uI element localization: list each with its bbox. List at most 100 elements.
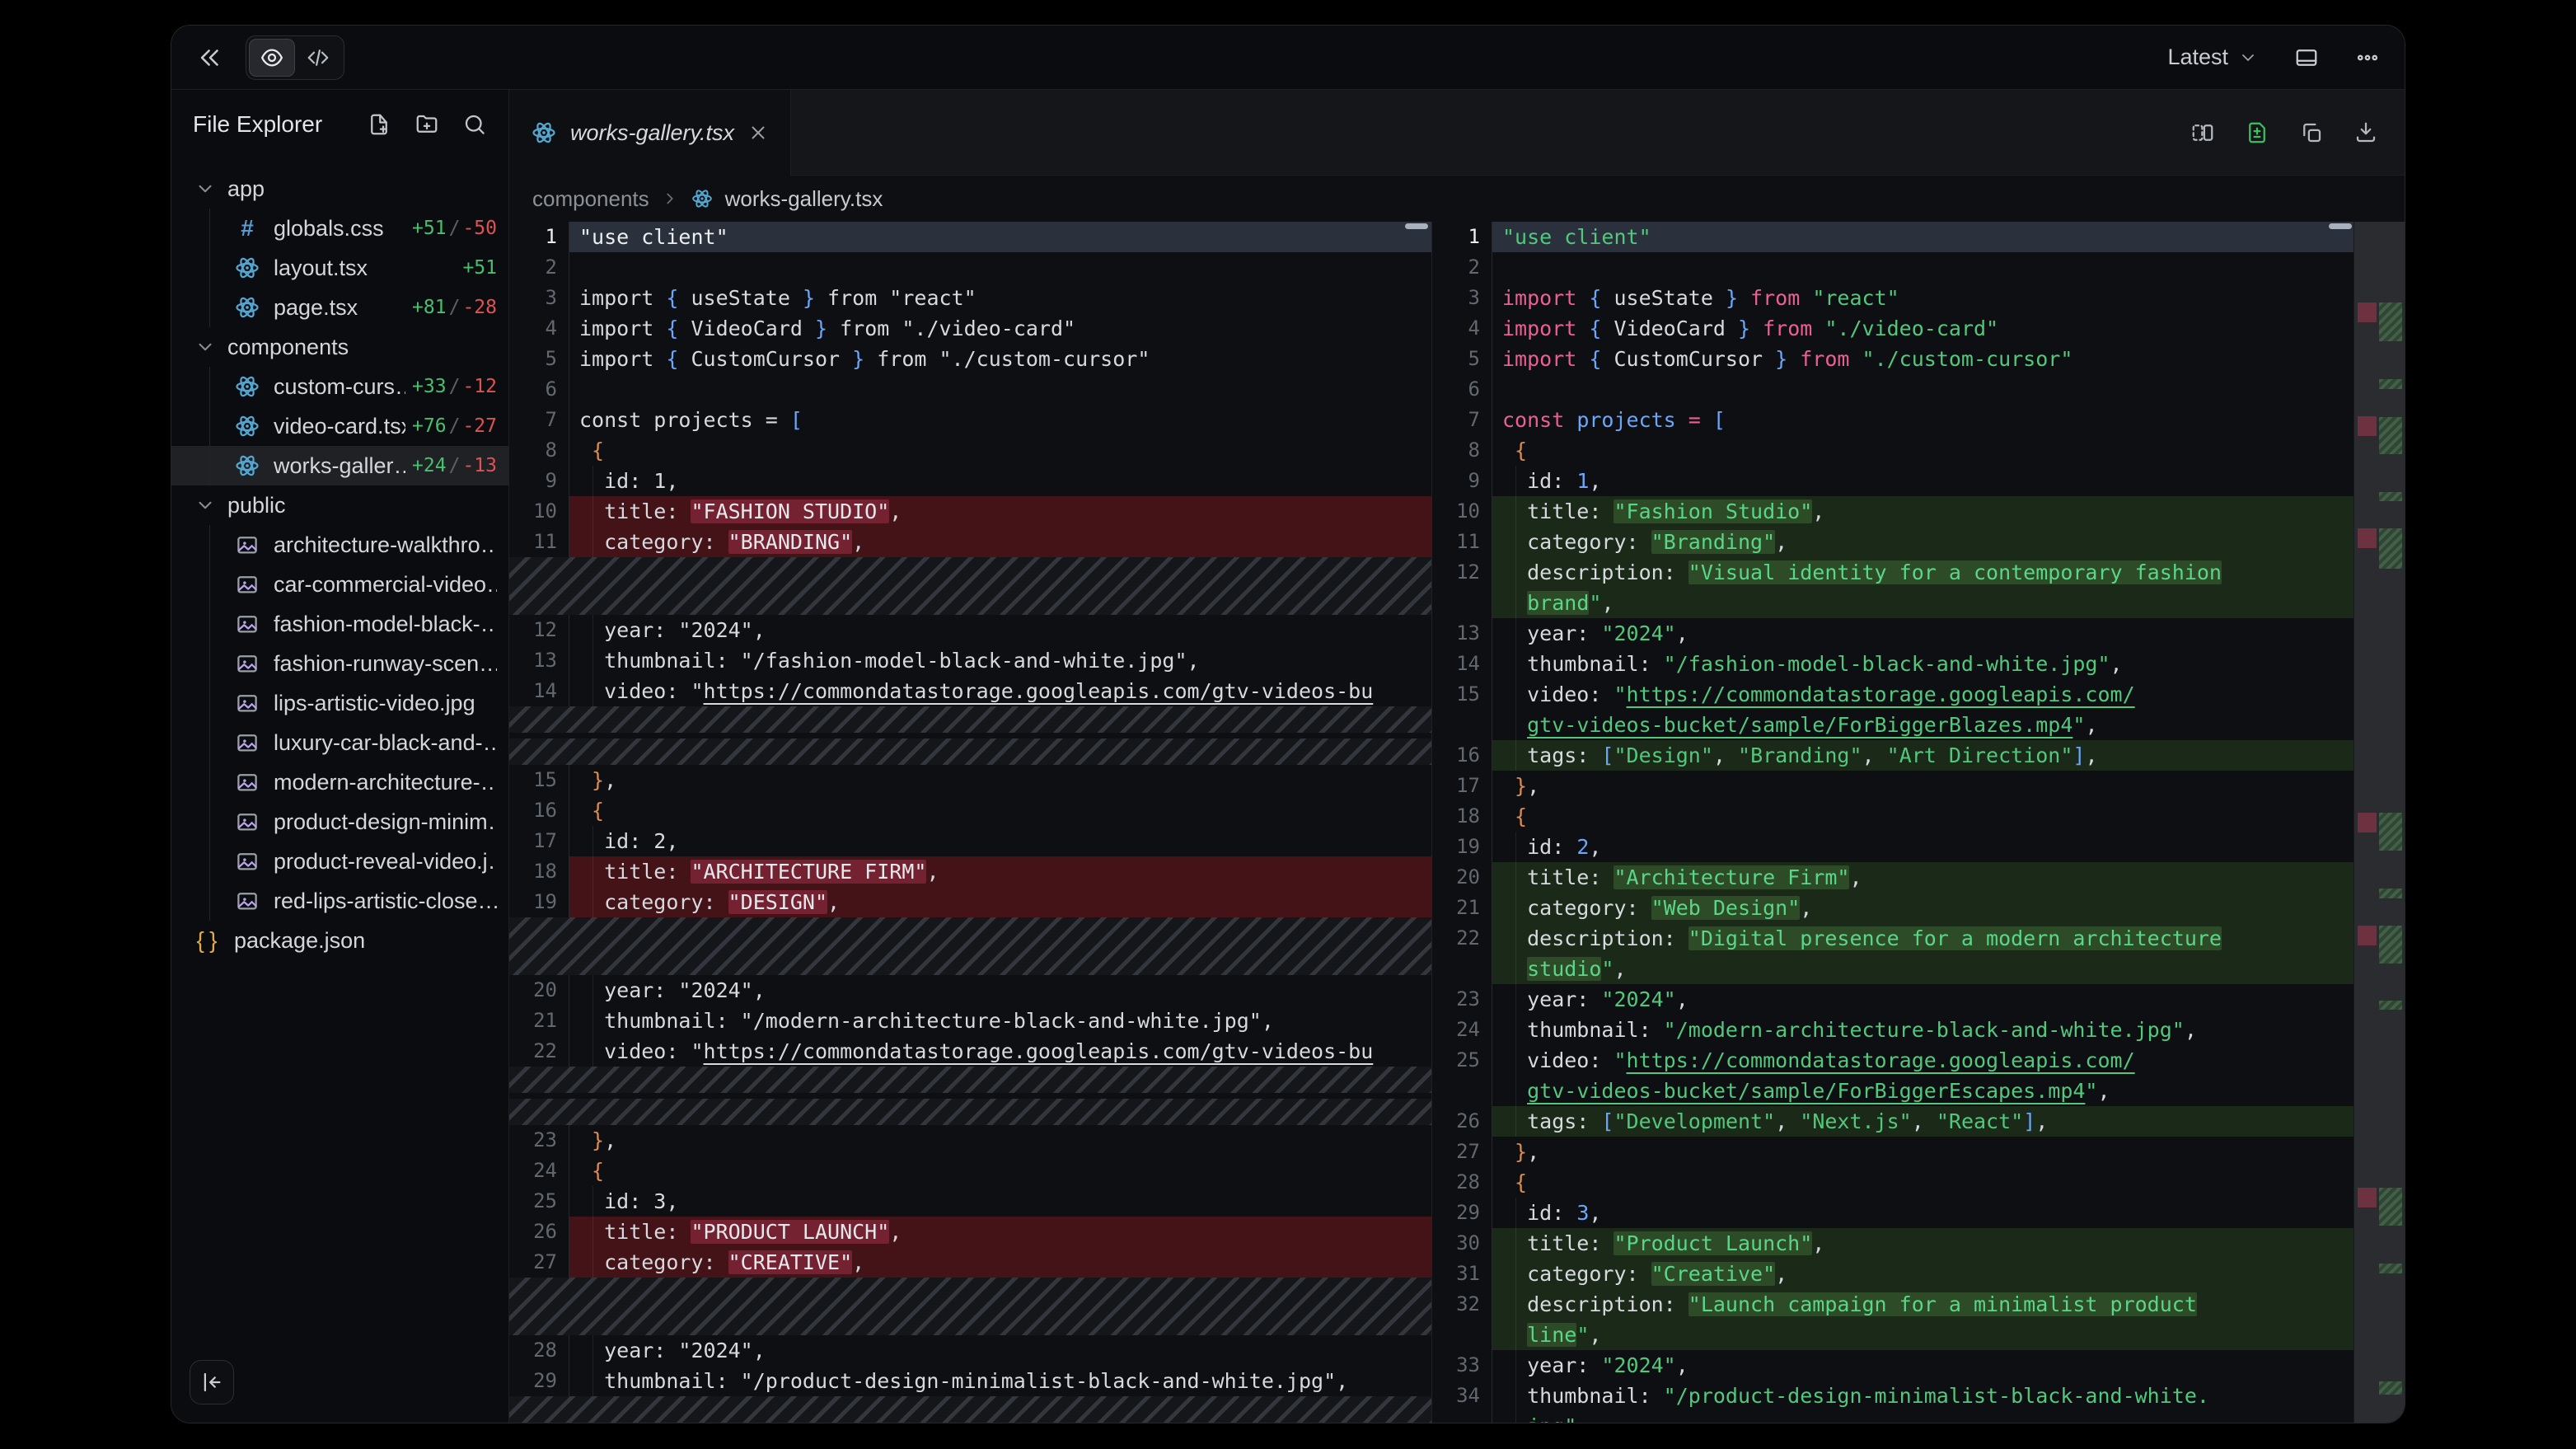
scrollbar-thumb[interactable]	[2329, 223, 2352, 229]
diff-view-icon[interactable]	[2245, 120, 2269, 145]
tree-file-custom-curs-[interactable]: custom-curs…+33/-12	[171, 367, 508, 406]
tree-file-product-design-minim-[interactable]: product-design-minim…	[171, 802, 508, 842]
line-number: 3	[509, 283, 557, 313]
file-label: globals.css	[274, 216, 405, 242]
ruler-added-mark	[2379, 889, 2402, 898]
img-icon	[234, 809, 260, 835]
new-code-line-23: 23 year: "2024",	[1432, 984, 2354, 1015]
new-code-line-5: 5import { CustomCursor } from "./custom-…	[1432, 344, 2354, 374]
old-code-line-26: 26 title: "PRODUCT LAUNCH",	[509, 1217, 1431, 1247]
tree-file-product-reveal-video.j-[interactable]: product-reveal-video.j…	[171, 842, 508, 881]
old-code-line-3: 3import { useState } from "react"	[509, 283, 1431, 313]
collapsed-region[interactable]	[509, 1067, 1431, 1125]
download-icon[interactable]	[2354, 120, 2378, 145]
line-number: 31	[1432, 1259, 1480, 1289]
code-icon	[306, 45, 330, 70]
tree-file-fashion-runway-scen-[interactable]: fashion-runway-scen…	[171, 644, 508, 683]
preview-toggle-button[interactable]	[249, 39, 295, 77]
split-view-icon[interactable]	[2190, 120, 2215, 145]
tree-file-layout.tsx[interactable]: layout.tsx+51	[171, 248, 508, 288]
scrollbar-thumb[interactable]	[1405, 223, 1428, 229]
diff-overview-ruler[interactable]	[2354, 222, 2405, 1423]
tree-file-video-card.tsx[interactable]: video-card.tsx+76/-27	[171, 406, 508, 446]
new-code-line-21: 21 category: "Web Design",	[1432, 893, 2354, 923]
line-number: 27	[1432, 1137, 1480, 1167]
file-label: app	[227, 176, 497, 202]
tree-folder-components[interactable]: components	[171, 327, 508, 367]
img-icon	[234, 571, 260, 598]
new-code-line-32: 32 description: "Launch campaign for a m…	[1432, 1289, 2354, 1320]
line-number: 12	[509, 615, 557, 645]
line-number: 8	[509, 435, 557, 466]
ruler-added-mark	[2379, 1381, 2402, 1395]
line-number	[1432, 588, 1480, 618]
tree-file-page.tsx[interactable]: page.tsx+81/-28	[171, 288, 508, 327]
diff-pane-new[interactable]: 1"use client"23import { useState } from …	[1432, 222, 2354, 1423]
file-label: modern-architecture-…	[274, 770, 497, 795]
line-number: 5	[509, 344, 557, 374]
line-number	[1432, 1320, 1480, 1350]
tab-works-gallery[interactable]: works-gallery.tsx	[509, 90, 791, 176]
line-number: 18	[509, 856, 557, 887]
new-code-line-6: 6	[1432, 374, 2354, 405]
collapse-sidebar-icon[interactable]	[196, 44, 224, 72]
new-folder-icon[interactable]	[415, 112, 439, 137]
new-code-line-wrap: studio",	[1432, 954, 2354, 984]
new-file-icon[interactable]	[367, 112, 391, 137]
tree-file-luxury-car-black-and-[interactable]: luxury-car-black-and-…	[171, 723, 508, 762]
close-tab-icon[interactable]	[747, 122, 769, 143]
breadcrumb-folder[interactable]: components	[532, 186, 649, 212]
line-number: 2	[1432, 252, 1480, 283]
code-toggle-button[interactable]	[295, 39, 341, 77]
diff-pane-old[interactable]: 1"use client"23import { useState } from …	[509, 222, 1432, 1423]
line-number: 12	[1432, 557, 1480, 588]
tree-file-red-lips-artistic-close-[interactable]: red-lips-artistic-close…	[171, 881, 508, 921]
new-code-line-18: 18 {	[1432, 801, 2354, 832]
version-dropdown[interactable]: Latest	[2167, 45, 2258, 70]
tree-folder-public[interactable]: public	[171, 485, 508, 525]
search-icon[interactable]	[462, 112, 487, 137]
copy-icon[interactable]	[2299, 120, 2324, 145]
tree-file-fashion-model-black-[interactable]: fashion-model-black-…	[171, 604, 508, 644]
line-number: 3	[1432, 283, 1480, 313]
new-code-line-30: 30 title: "Product Launch",	[1432, 1228, 2354, 1259]
file-label: package.json	[234, 928, 497, 954]
line-number: 28	[1432, 1167, 1480, 1198]
collapsed-region[interactable]	[509, 1396, 1431, 1423]
tree-file-architecture-walkthro-[interactable]: architecture-walkthro…	[171, 525, 508, 565]
line-number	[1432, 1076, 1480, 1106]
new-code-line-wrap: gtv-videos-bucket/sample/ForBiggerBlazes…	[1432, 710, 2354, 740]
old-code-line-17: 17 id: 2,	[509, 826, 1431, 856]
panel-layout-icon[interactable]	[2294, 45, 2319, 70]
line-number: 11	[1432, 527, 1480, 557]
file-label: fashion-model-black-…	[274, 612, 497, 637]
old-code-line-6: 6	[509, 374, 1431, 405]
tree-file-car-commercial-video-[interactable]: car-commercial-video…	[171, 565, 508, 604]
diff-stats: +76/-27	[412, 415, 497, 437]
img-icon	[234, 690, 260, 716]
line-number: 29	[509, 1366, 557, 1396]
file-label: red-lips-artistic-close…	[274, 889, 497, 914]
tree-file-lips-artistic-video.jpg[interactable]: lips-artistic-video.jpg	[171, 683, 508, 723]
new-code-line-24: 24 thumbnail: "/modern-architecture-blac…	[1432, 1015, 2354, 1045]
img-icon	[234, 769, 260, 795]
line-number: 22	[509, 1036, 557, 1067]
tree-folder-app[interactable]: app	[171, 169, 508, 209]
tree-file-modern-architecture-[interactable]: modern-architecture-…	[171, 762, 508, 802]
collapsed-region[interactable]	[509, 557, 1431, 615]
breadcrumb-file[interactable]: works-gallery.tsx	[725, 186, 883, 212]
line-number: 14	[1432, 649, 1480, 679]
tree-file-globals.css[interactable]: #globals.css+51/-50	[171, 209, 508, 248]
tree-file-package.json[interactable]: { }package.json	[171, 921, 508, 960]
new-code-line-28: 28 {	[1432, 1167, 2354, 1198]
more-menu-icon[interactable]	[2355, 45, 2380, 70]
new-code-line-10: 10 title: "Fashion Studio",	[1432, 496, 2354, 527]
tree-file-works-galler-[interactable]: works-galler…+24/-13	[171, 446, 508, 485]
collapse-explorer-button[interactable]	[190, 1360, 234, 1404]
collapsed-region[interactable]	[509, 1278, 1431, 1335]
collapsed-region[interactable]	[509, 706, 1431, 765]
new-code-line-34: 34 thumbnail: "/product-design-minimalis…	[1432, 1381, 2354, 1411]
collapsed-region[interactable]	[509, 917, 1431, 975]
img-icon	[234, 611, 260, 637]
react-icon	[234, 373, 260, 400]
